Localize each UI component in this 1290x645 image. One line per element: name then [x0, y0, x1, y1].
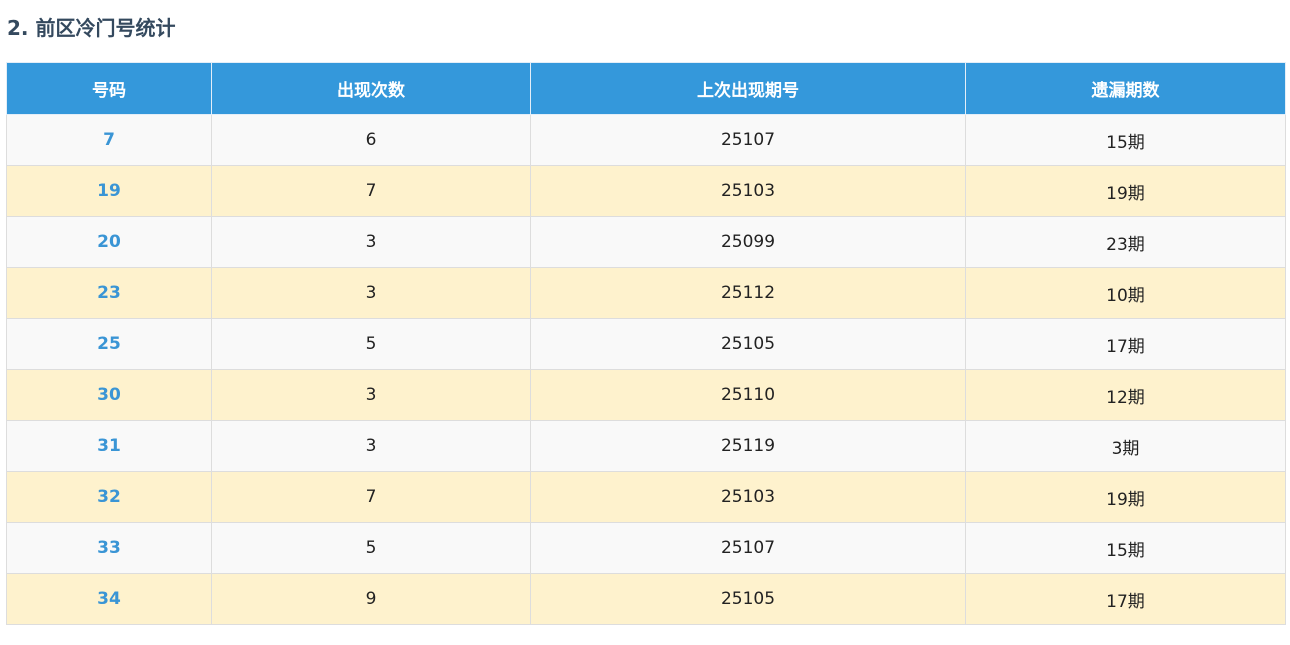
cell-last-issue: 25110 [530, 369, 966, 421]
header-number: 号码 [6, 62, 212, 115]
cell-number: 23 [6, 267, 212, 319]
cell-missed-periods: 19期 [965, 471, 1286, 523]
cell-number: 19 [6, 165, 212, 217]
cell-last-issue: 25099 [530, 216, 966, 268]
cell-number: 33 [6, 522, 212, 574]
cell-last-issue: 25112 [530, 267, 966, 319]
cell-missed-periods: 23期 [965, 216, 1286, 268]
cell-number: 7 [6, 114, 212, 166]
cell-last-issue: 25107 [530, 522, 966, 574]
cell-occurrences: 3 [211, 420, 531, 472]
table-row: 19 7 25103 19期 [6, 165, 1286, 217]
table-row: 7 6 25107 15期 [6, 114, 1286, 166]
cell-missed-periods: 15期 [965, 522, 1286, 574]
table-row: 25 5 25105 17期 [6, 318, 1286, 370]
page: 2. 前区冷门号统计 号码 出现次数 上次出现期号 遗漏期数 7 6 25107… [0, 0, 1290, 645]
section-title: 2. 前区冷门号统计 [7, 16, 176, 40]
cell-missed-periods: 19期 [965, 165, 1286, 217]
cell-occurrences: 7 [211, 165, 531, 217]
cell-missed-periods: 10期 [965, 267, 1286, 319]
cell-occurrences: 6 [211, 114, 531, 166]
table-row: 31 3 25119 3期 [6, 420, 1286, 472]
cell-missed-periods: 3期 [965, 420, 1286, 472]
cell-number: 31 [6, 420, 212, 472]
cell-number: 34 [6, 573, 212, 625]
header-missed-periods: 遗漏期数 [965, 62, 1286, 115]
table-row: 30 3 25110 12期 [6, 369, 1286, 421]
cell-occurrences: 9 [211, 573, 531, 625]
cell-last-issue: 25103 [530, 471, 966, 523]
table-row: 34 9 25105 17期 [6, 573, 1286, 625]
cell-last-issue: 25119 [530, 420, 966, 472]
table-row: 23 3 25112 10期 [6, 267, 1286, 319]
cell-last-issue: 25103 [530, 165, 966, 217]
cell-occurrences: 5 [211, 522, 531, 574]
cell-missed-periods: 15期 [965, 114, 1286, 166]
cell-occurrences: 5 [211, 318, 531, 370]
cell-occurrences: 3 [211, 267, 531, 319]
cell-number: 32 [6, 471, 212, 523]
cell-occurrences: 3 [211, 216, 531, 268]
cell-occurrences: 3 [211, 369, 531, 421]
cell-missed-periods: 17期 [965, 318, 1286, 370]
table-row: 20 3 25099 23期 [6, 216, 1286, 268]
cell-occurrences: 7 [211, 471, 531, 523]
header-last-issue: 上次出现期号 [530, 62, 966, 115]
cold-number-table: 号码 出现次数 上次出现期号 遗漏期数 7 6 25107 15期 19 7 2… [6, 62, 1286, 625]
header-occurrences: 出现次数 [211, 62, 531, 115]
cell-last-issue: 25107 [530, 114, 966, 166]
cell-missed-periods: 12期 [965, 369, 1286, 421]
cell-number: 30 [6, 369, 212, 421]
table-row: 33 5 25107 15期 [6, 522, 1286, 574]
cell-last-issue: 25105 [530, 318, 966, 370]
cell-missed-periods: 17期 [965, 573, 1286, 625]
table-header-row: 号码 出现次数 上次出现期号 遗漏期数 [6, 62, 1286, 115]
cell-last-issue: 25105 [530, 573, 966, 625]
table-row: 32 7 25103 19期 [6, 471, 1286, 523]
cell-number: 25 [6, 318, 212, 370]
cell-number: 20 [6, 216, 212, 268]
